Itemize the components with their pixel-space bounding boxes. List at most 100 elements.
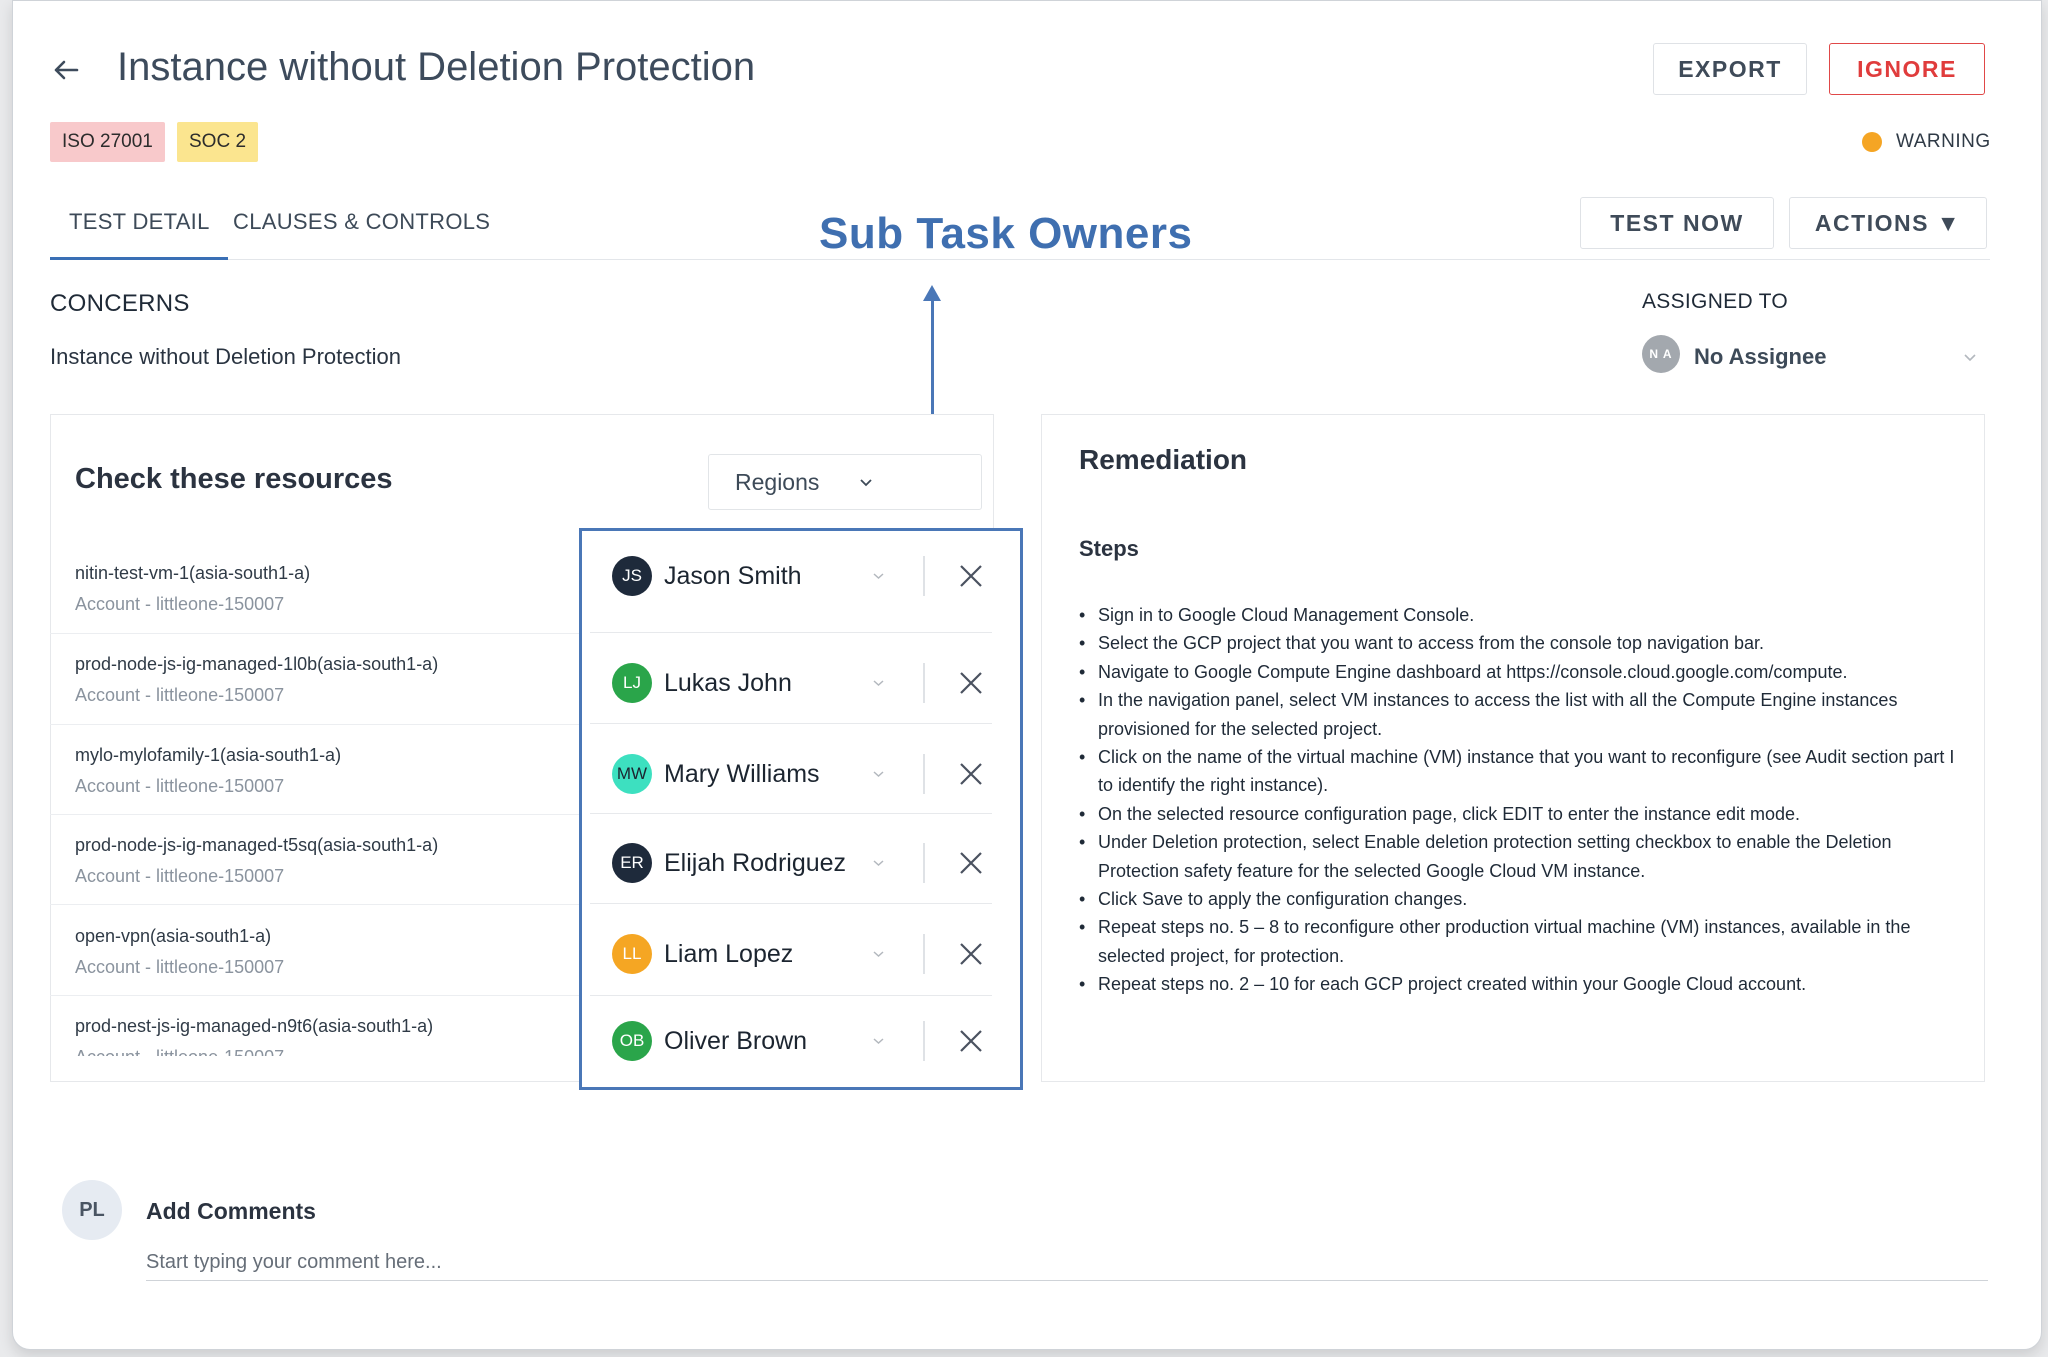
resource-item[interactable]: prod-nest-js-ig-managed-n9t6(asia-south1… (75, 1016, 575, 1056)
list-item: Navigate to Google Compute Engine dashbo… (1079, 658, 1969, 687)
page-title: Instance without Deletion Protection (117, 45, 756, 89)
remove-owner-icon[interactable] (954, 846, 988, 880)
owner-avatar: LJ (612, 663, 652, 703)
warning-dot-icon (1862, 132, 1882, 152)
divider (923, 843, 925, 883)
resource-name: prod-node-js-ig-managed-1l0b(asia-south1… (75, 654, 439, 674)
divider (50, 814, 580, 815)
severity-badge: WARNING (1862, 131, 1991, 153)
remove-owner-icon[interactable] (954, 757, 988, 791)
owner-select[interactable]: Mary Williams (664, 760, 820, 789)
list-item: Repeat steps no. 2 – 10 for each GCP pro… (1079, 970, 1969, 999)
divider (590, 903, 992, 904)
divider (590, 632, 992, 633)
list-item: Click on the name of the virtual machine… (1079, 743, 1969, 800)
chevron-down-icon[interactable] (872, 765, 885, 783)
active-tab-indicator (50, 257, 228, 260)
divider (50, 995, 580, 996)
resource-name: prod-node-js-ig-managed-t5sq(asia-south1… (75, 835, 439, 855)
divider (923, 663, 925, 703)
resource-name: nitin-test-vm-1(asia-south1-a) (75, 563, 311, 583)
app-window: Instance without Deletion Protection EXP… (12, 0, 2042, 1350)
chevron-down-icon[interactable] (872, 674, 885, 692)
owner-select[interactable]: Elijah Rodriguez (664, 849, 846, 878)
owner-row: LJ Lukas John (582, 638, 1020, 728)
sub-task-owners-annotation: Sub Task Owners (819, 209, 1193, 258)
resource-item[interactable]: open-vpn(asia-south1-a) Account - little… (75, 926, 575, 978)
resource-name: mylo-mylofamily-1(asia-south1-a) (75, 745, 342, 765)
owner-row: LL Liam Lopez (582, 909, 1020, 999)
owner-avatar: OB (612, 1021, 652, 1061)
test-now-button[interactable]: TEST NOW (1580, 197, 1774, 249)
resource-account: Account - littleone-150007 (75, 957, 285, 977)
owner-avatar: ER (612, 843, 652, 883)
resource-name: prod-nest-js-ig-managed-n9t6(asia-south1… (75, 1016, 434, 1036)
resource-account: Account - littleone-150007 (75, 776, 285, 796)
owner-select[interactable]: Jason Smith (664, 562, 802, 591)
concerns-heading: CONCERNS (50, 290, 190, 317)
resource-account: Account - littleone-150007 (75, 685, 285, 705)
chevron-down-icon[interactable] (872, 945, 885, 963)
divider (50, 633, 580, 634)
concerns-text: Instance without Deletion Protection (50, 344, 401, 369)
divider (923, 754, 925, 794)
chevron-down-icon[interactable] (872, 854, 885, 872)
assignee-avatar: N A (1642, 335, 1680, 373)
assigned-to-heading: ASSIGNED TO (1642, 290, 1789, 313)
remove-owner-icon[interactable] (954, 937, 988, 971)
resource-item[interactable]: mylo-mylofamily-1(asia-south1-a) Account… (75, 745, 575, 797)
resource-account: Account - littleone-150007 (75, 866, 285, 886)
owner-select[interactable]: Liam Lopez (664, 940, 793, 969)
divider (923, 556, 925, 596)
avatar: PL (62, 1180, 122, 1240)
owner-select[interactable]: Lukas John (664, 669, 792, 698)
divider (50, 724, 580, 725)
back-button[interactable] (47, 51, 85, 89)
resource-item[interactable]: prod-node-js-ig-managed-t5sq(asia-south1… (75, 835, 575, 887)
chevron-down-icon[interactable] (872, 1032, 885, 1050)
divider (590, 723, 992, 724)
resource-name: open-vpn(asia-south1-a) (75, 926, 272, 946)
list-item: Select the GCP project that you want to … (1079, 629, 1969, 658)
remediation-heading: Remediation (1079, 444, 1248, 475)
owner-avatar: LL (612, 934, 652, 974)
export-button[interactable]: EXPORT (1653, 43, 1807, 95)
comment-input[interactable] (146, 1245, 1988, 1281)
remove-owner-icon[interactable] (954, 666, 988, 700)
chevron-down-icon[interactable] (1963, 349, 1977, 367)
resources-heading: Check these resources (75, 463, 393, 495)
owner-row: OB Oliver Brown (582, 996, 1020, 1086)
assignee-select[interactable]: No Assignee (1694, 344, 1826, 370)
remove-owner-icon[interactable] (954, 1024, 988, 1058)
divider (923, 934, 925, 974)
tag-soc-2: SOC 2 (177, 122, 259, 162)
list-item: Under Deletion protection, select Enable… (1079, 828, 1969, 885)
remove-owner-icon[interactable] (954, 559, 988, 593)
owner-row: ER Elijah Rodriguez (582, 818, 1020, 908)
resource-account: Account - littleone-150007 (75, 594, 285, 614)
divider (590, 813, 992, 814)
list-item: On the selected resource configuration p… (1079, 800, 1969, 829)
owner-row: JS Jason Smith (582, 531, 1020, 621)
tabs-divider (50, 259, 1990, 260)
ignore-button[interactable]: IGNORE (1829, 43, 1985, 95)
arrow-left-icon (54, 60, 79, 80)
list-item: In the navigation panel, select VM insta… (1079, 686, 1969, 743)
chevron-down-icon (860, 478, 873, 486)
regions-dropdown[interactable]: Regions (708, 454, 982, 510)
chevron-down-icon[interactable] (872, 567, 885, 585)
sub-task-owners-box: JS Jason Smith LJ Lukas John MW Mary Wil… (579, 528, 1023, 1090)
tab-test-detail[interactable]: TEST DETAIL (69, 209, 210, 235)
remediation-steps-list: Sign in to Google Cloud Management Conso… (1079, 601, 1969, 999)
tab-clauses-controls[interactable]: CLAUSES & CONTROLS (233, 209, 490, 235)
owner-select[interactable]: Oliver Brown (664, 1027, 807, 1056)
resource-item[interactable]: nitin-test-vm-1(asia-south1-a) Account -… (75, 563, 575, 615)
list-item: Click Save to apply the configuration ch… (1079, 885, 1969, 914)
comments-heading: Add Comments (146, 1198, 316, 1224)
divider (50, 904, 580, 905)
regions-label: Regions (735, 468, 820, 495)
owner-avatar: MW (612, 754, 652, 794)
divider (923, 1021, 925, 1061)
actions-dropdown-button[interactable]: ACTIONS ▼ (1789, 197, 1987, 249)
resource-item[interactable]: prod-node-js-ig-managed-1l0b(asia-south1… (75, 654, 575, 706)
